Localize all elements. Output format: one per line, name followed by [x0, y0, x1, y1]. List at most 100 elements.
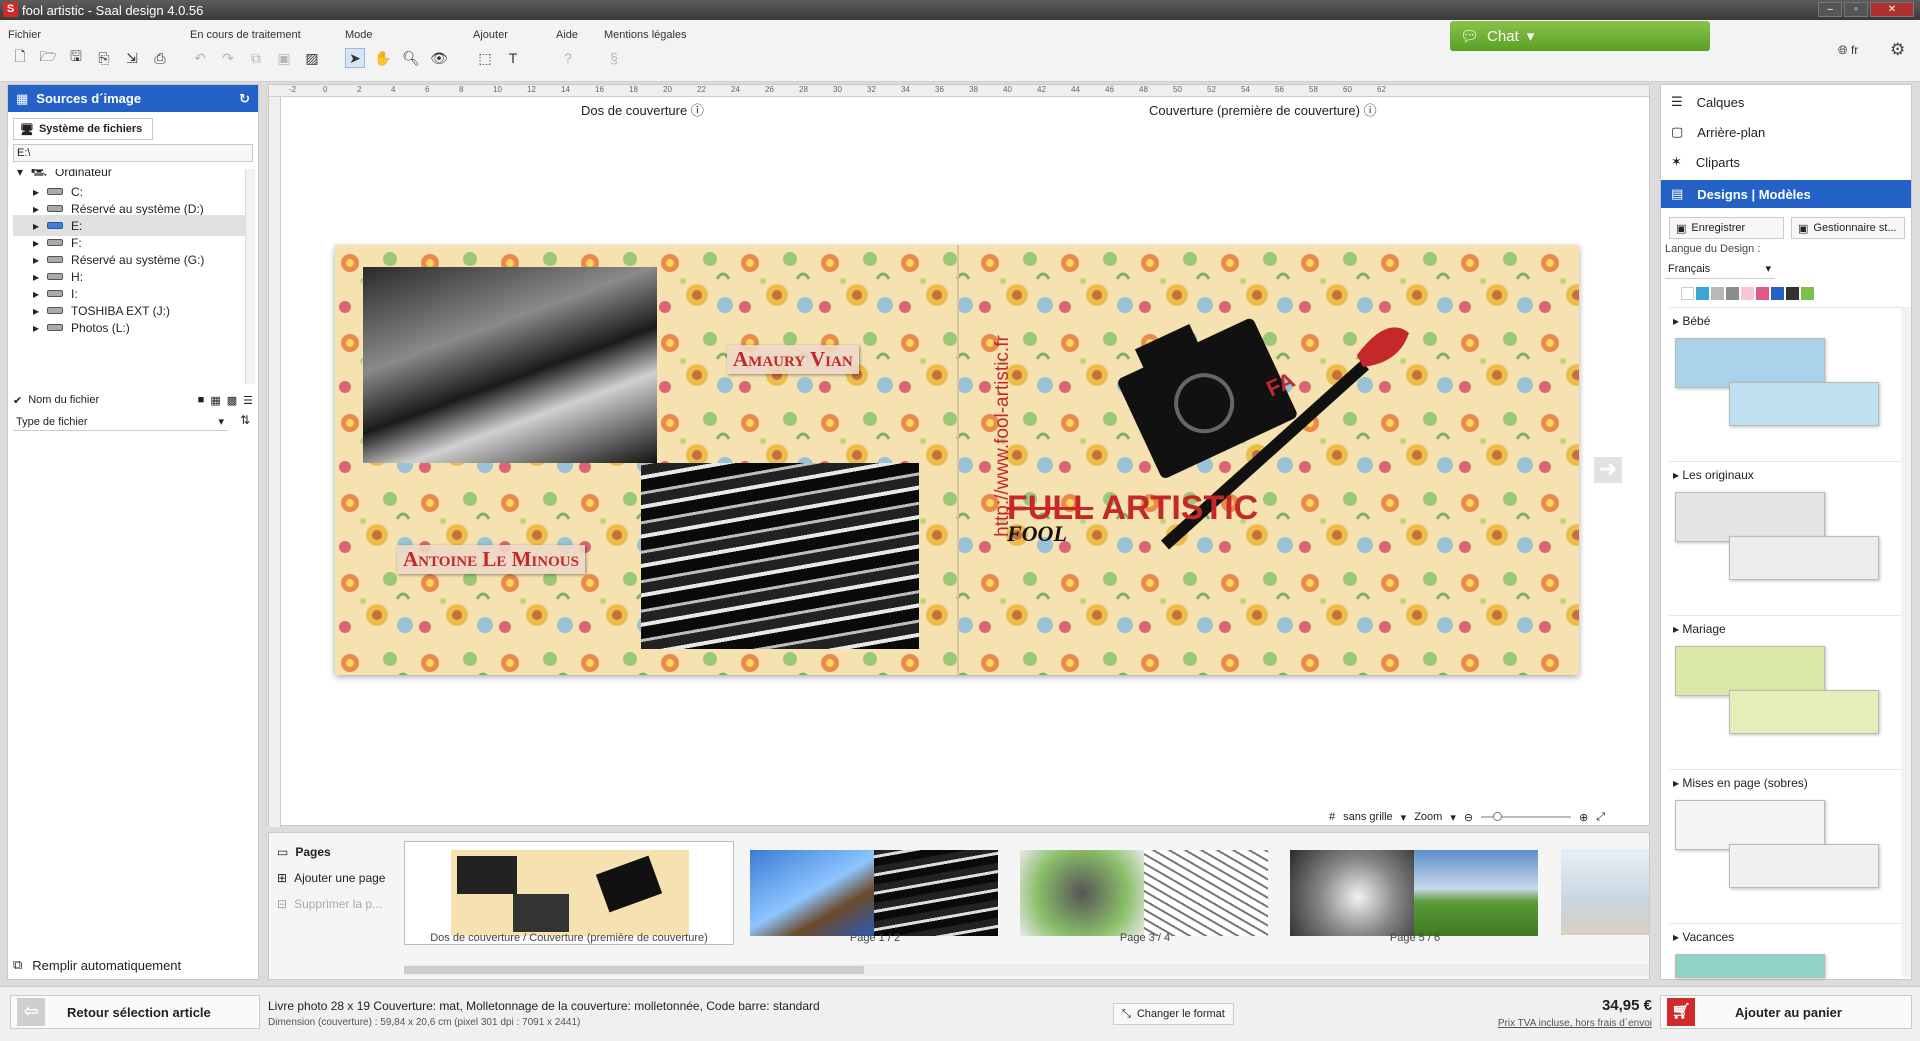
waterfall-photo[interactable]: [363, 267, 657, 463]
change-format-button[interactable]: ⤡ Changer le format: [1113, 1003, 1234, 1025]
new-file-icon[interactable]: 🗋: [10, 48, 30, 68]
drive-icon: [47, 273, 64, 280]
category-bebe[interactable]: ▸ Bébé: [1669, 307, 1901, 461]
view-large-icon[interactable]: ■: [198, 394, 205, 406]
save-icon[interactable]: 🖫: [66, 48, 86, 68]
zoom-icon[interactable]: 🔍︎: [401, 48, 421, 68]
color-swatch[interactable]: [1711, 287, 1724, 300]
zoom-slider[interactable]: [1481, 812, 1572, 821]
autofill-button[interactable]: ⧉ Remplir automatiquement: [13, 954, 253, 976]
view-small-icon[interactable]: ▩: [227, 394, 237, 407]
style-manager-button[interactable]: ▣ Gestionnaire st...: [1791, 217, 1905, 239]
add-page-button[interactable]: ⊞ Ajouter une page: [277, 865, 397, 891]
checkbox-checked-icon[interactable]: ✔: [13, 394, 22, 407]
category-mises-en-page[interactable]: ▸ Mises en page (sobres): [1669, 769, 1901, 923]
image-edit-icon[interactable]: ▨: [302, 48, 322, 68]
color-swatch[interactable]: [1681, 287, 1694, 300]
color-swatch[interactable]: [1786, 287, 1799, 300]
add-to-cart-button[interactable]: 🛒︎ Ajouter au panier: [1660, 995, 1912, 1029]
remove-page-button[interactable]: ⊟ Supprimer la p...: [277, 891, 397, 917]
filename-checkbox-label[interactable]: Nom du fichier: [28, 394, 99, 406]
price-note-link[interactable]: Prix TVA incluse, hors frais d´envoi: [1460, 1018, 1652, 1029]
path-input[interactable]: E:\: [13, 144, 253, 162]
color-swatch[interactable]: [1756, 287, 1769, 300]
ribbon-group-fichier[interactable]: Fichier: [8, 29, 41, 41]
ribbon-group-mentions[interactable]: Mentions légales: [604, 29, 687, 41]
ships-photo[interactable]: [641, 463, 919, 649]
gear-icon[interactable]: ⚙: [1890, 40, 1905, 60]
help-icon[interactable]: ?: [558, 48, 578, 68]
open-folder-icon[interactable]: 🗁: [38, 48, 58, 68]
undo-icon[interactable]: ↶: [190, 48, 210, 68]
page-thumb-1-2[interactable]: Page 1 / 2: [749, 841, 1001, 945]
color-swatch[interactable]: [1741, 287, 1754, 300]
add-image-icon[interactable]: ⬚: [475, 48, 495, 68]
tree-scrollbar[interactable]: [245, 169, 255, 384]
chevron-down-icon[interactable]: ▾: [1450, 811, 1456, 824]
export-icon[interactable]: ⇲: [122, 48, 142, 68]
view-list-icon[interactable]: ☰: [243, 394, 253, 407]
zoom-select[interactable]: Zoom: [1414, 811, 1442, 823]
filetype-select[interactable]: Type de fichier ▾: [13, 413, 228, 431]
save-as-icon[interactable]: ⎘: [94, 48, 114, 68]
save-design-button[interactable]: ▣ Enregistrer: [1669, 217, 1784, 239]
maximize-icon[interactable]: ▫: [1844, 2, 1868, 17]
category-originaux[interactable]: ▸ Les originaux: [1669, 461, 1901, 615]
hand-icon[interactable]: ✋: [373, 48, 393, 68]
cover-spread[interactable]: Amaury Vian Antoine Le Minous http://www…: [335, 245, 1579, 675]
tree-item-label: H:: [71, 269, 84, 284]
page-thumb-cover[interactable]: Dos de couverture / Couverture (première…: [404, 841, 734, 945]
select-arrow-icon[interactable]: ➤: [345, 48, 365, 68]
preview-eye-icon[interactable]: 👁︎: [429, 48, 449, 68]
chat-button[interactable]: 💬︎ Chat ▾: [1450, 21, 1710, 51]
back-to-article-button[interactable]: ⇦ Retour sélection article: [10, 995, 260, 1029]
chevron-down-icon[interactable]: ▾: [1401, 811, 1407, 824]
thumb-label: Page 1 / 2: [849, 932, 901, 944]
ruler-tick-label: 52: [1207, 85, 1216, 94]
color-swatch[interactable]: [1801, 287, 1814, 300]
minimize-icon[interactable]: –: [1818, 2, 1842, 17]
ribbon-group-mode[interactable]: Mode: [345, 29, 373, 41]
menu-layers[interactable]: ☰ Calques: [1661, 87, 1911, 117]
zoom-in-icon[interactable]: ⊕: [1579, 811, 1588, 824]
sort-icon[interactable]: ⇅: [240, 413, 250, 427]
redo-icon[interactable]: ↷: [218, 48, 238, 68]
edit-tools: ↶ ↷ ⧉ ▣ ▨: [190, 48, 322, 68]
copy-icon[interactable]: ⧉: [246, 48, 266, 68]
menu-background[interactable]: ▢ Arrière-plan: [1661, 117, 1911, 147]
menu-designs[interactable]: ▤ Designs | Modèles: [1661, 180, 1911, 208]
close-icon[interactable]: ✕: [1870, 2, 1914, 17]
category-vacances[interactable]: ▸ Vacances: [1669, 923, 1901, 979]
category-mariage[interactable]: ▸ Mariage: [1669, 615, 1901, 769]
next-page-arrow-icon[interactable]: ➜: [1594, 457, 1622, 483]
ribbon-group-traitement[interactable]: En cours de traitement: [190, 29, 301, 41]
zoom-fit-icon[interactable]: ⤢: [1596, 811, 1605, 824]
tab-file-system[interactable]: 🖥︎ Système de fichiers: [13, 118, 153, 140]
color-swatch[interactable]: [1771, 287, 1784, 300]
refresh-icon[interactable]: ↻: [239, 91, 250, 107]
ribbon-group-ajouter[interactable]: Ajouter: [473, 29, 508, 41]
menu-cliparts[interactable]: ✶ Cliparts: [1661, 147, 1911, 177]
page-thumb-5-6[interactable]: Page 5 / 6: [1289, 841, 1541, 945]
page-thumb-3-4[interactable]: Page 3 / 4: [1019, 841, 1271, 945]
add-text-icon[interactable]: T: [503, 48, 523, 68]
print-icon[interactable]: ⎙: [150, 48, 170, 68]
grid-select[interactable]: sans grille: [1343, 811, 1393, 823]
grid-icon[interactable]: #: [1329, 811, 1335, 823]
color-swatch[interactable]: [1696, 287, 1709, 300]
tree-item-l[interactable]: ▸ Photos (L:): [13, 317, 245, 338]
legal-icon[interactable]: §: [604, 48, 624, 68]
pages-scrollbar[interactable]: [404, 964, 1649, 976]
zoom-out-icon[interactable]: ⊖: [1464, 811, 1473, 824]
ribbon-group-aide[interactable]: Aide: [556, 29, 578, 41]
page-thumb-partial[interactable]: [1561, 849, 1649, 935]
color-swatch[interactable]: [1726, 287, 1739, 300]
view-medium-icon[interactable]: ▦: [210, 394, 220, 407]
template-preview: [1675, 954, 1825, 978]
designs-scrollbar[interactable]: [1901, 307, 1911, 977]
paste-icon[interactable]: ▣: [274, 48, 294, 68]
design-language-select[interactable]: Français ▾: [1665, 259, 1775, 279]
language-selector[interactable]: 🌐︎ fr: [1838, 43, 1858, 58]
name-label-amaury[interactable]: Amaury Vian: [727, 345, 859, 374]
name-label-antoine[interactable]: Antoine Le Minous: [397, 545, 585, 574]
